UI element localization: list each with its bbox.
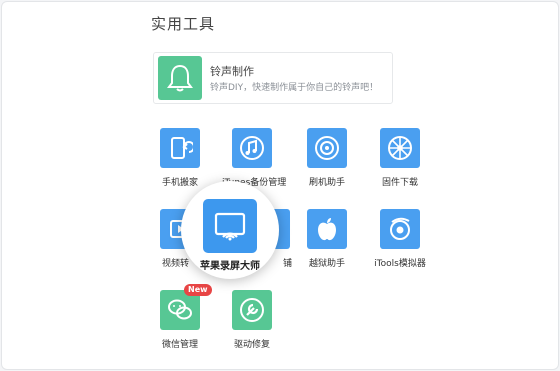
screen-recorder-spotlight[interactable]: 苹果录屏大师 [181, 181, 279, 279]
tool-wechat-manage[interactable]: New 微信管理 [150, 284, 212, 350]
section-title: 实用工具 [151, 15, 216, 33]
tool-driver-repair[interactable]: 驱动修复 [222, 290, 282, 350]
wechat-icon [160, 290, 200, 330]
tool-label: 驱动修复 [233, 340, 270, 350]
new-badge: New [184, 284, 212, 296]
tool-label: 手机搬家 [161, 178, 198, 188]
simulator-icon [380, 209, 420, 249]
ringtone-title: 铃声制作 [210, 65, 254, 78]
tool-label: 微信管理 [161, 340, 198, 350]
screen-mirror-icon [203, 199, 257, 253]
gear-flash-icon [307, 128, 347, 168]
ringtone-maker-card[interactable]: 铃声制作 铃声DIY，快速制作属于你自己的铃声吧！ [153, 52, 393, 104]
spotlight-label: 苹果录屏大师 [200, 261, 260, 272]
ringtone-description: 铃声DIY，快速制作属于你自己的铃声吧！ [210, 83, 379, 93]
wrench-icon [232, 290, 272, 330]
tool-label: 刷机助手 [308, 178, 345, 188]
tool-label: 越狱助手 [308, 259, 345, 269]
tool-firmware-download[interactable]: 固件下载 [370, 128, 430, 188]
phone-transfer-icon [160, 128, 200, 168]
tool-jailbreak-assistant[interactable]: 越狱助手 [297, 209, 357, 269]
music-note-icon [232, 128, 272, 168]
firmware-wheel-icon [380, 128, 420, 168]
tool-flash-assistant[interactable]: 刷机助手 [297, 128, 357, 188]
tool-itools-simulator[interactable]: iTools模拟器 [370, 209, 430, 269]
tool-label: iTools模拟器 [374, 259, 426, 269]
apple-icon [307, 209, 347, 249]
bell-icon [158, 56, 202, 100]
tool-itunes-backup[interactable]: iTunes备份管理 [222, 128, 286, 188]
tool-label: 固件下载 [381, 178, 418, 188]
tool-phone-transfer[interactable]: 手机搬家 [150, 128, 210, 188]
